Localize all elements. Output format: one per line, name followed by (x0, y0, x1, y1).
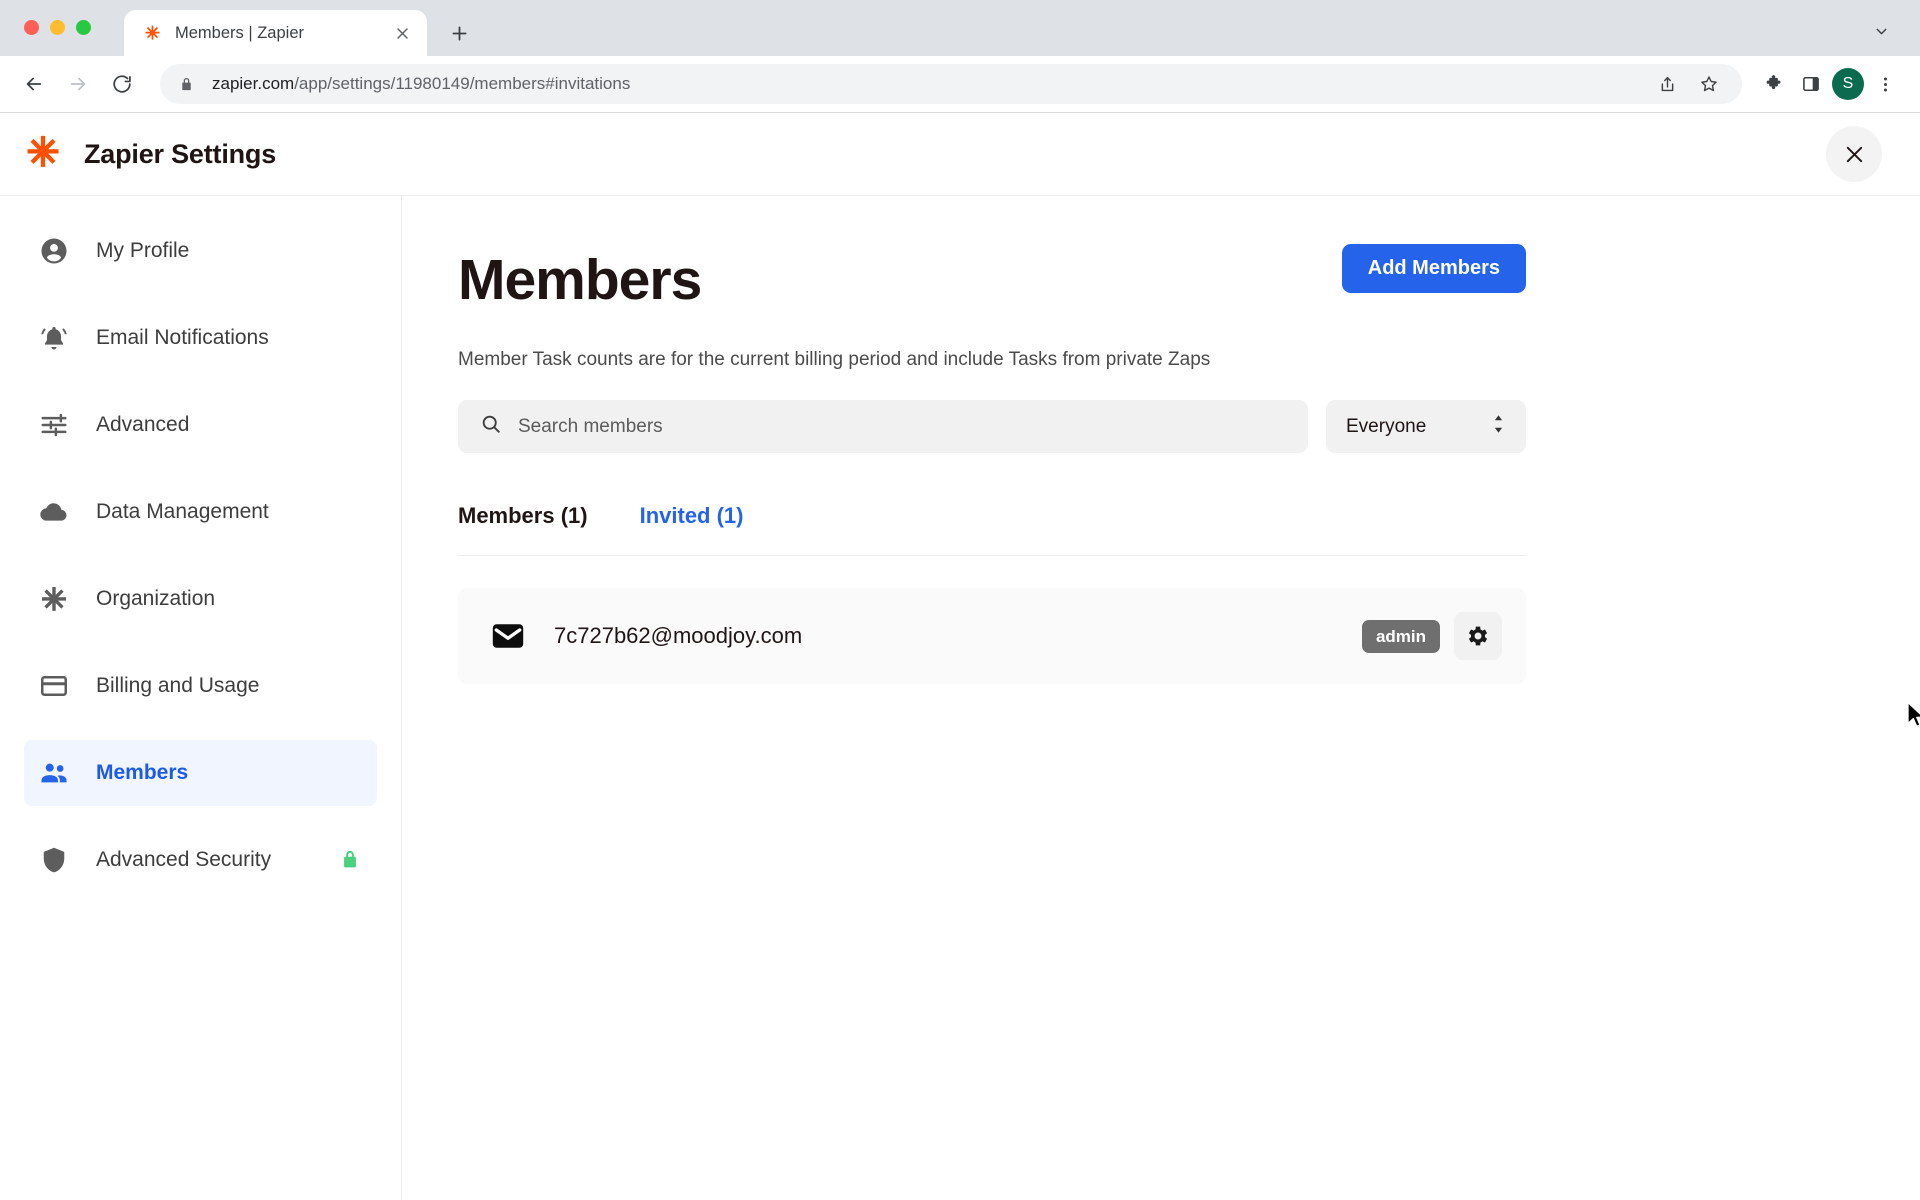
sliders-icon (38, 409, 70, 441)
window-maximize-button[interactable] (76, 20, 91, 35)
three-dot-menu-icon[interactable] (1868, 67, 1902, 101)
omnibox-inline-actions (1640, 67, 1726, 101)
sidebar-item-data-management[interactable]: Data Management (24, 479, 377, 545)
browser-chrome: Members | Zapier zapier.com/app/settings… (0, 0, 1920, 113)
sidebar-item-label: Data Management (96, 500, 269, 523)
omnibox-url-text: zapier.com/app/settings/11980149/members… (212, 74, 630, 94)
sidebar-item-organization[interactable]: Organization (24, 566, 377, 632)
sidebar-item-my-profile[interactable]: My Profile (24, 218, 377, 284)
status-badge: admin (1361, 619, 1440, 653)
reload-icon[interactable] (102, 64, 142, 104)
sidebar-item-label: Advanced Security (96, 848, 272, 871)
sidebar-item-label: Email Notifications (96, 326, 269, 349)
omnibox[interactable]: zapier.com/app/settings/11980149/members… (160, 64, 1742, 104)
extensions-puzzle-icon[interactable] (1756, 67, 1790, 101)
back-icon[interactable] (14, 64, 54, 104)
brand: Zapier Settings (24, 133, 276, 176)
sidebar-item-email-notifications[interactable]: Email Notifications (24, 305, 377, 371)
search-icon (480, 413, 502, 440)
browser-tab-title: Members | Zapier (175, 23, 304, 42)
page-subtitle: Member Task counts are for the current b… (458, 349, 1211, 370)
omnibox-url-host: zapier.com (212, 74, 295, 93)
member-email: 7c727b62@moodjoy.com (554, 623, 803, 648)
mouse-cursor (1906, 701, 1920, 731)
new-tab-button[interactable] (441, 15, 477, 51)
toolbar-bottom-divider (0, 112, 1920, 113)
lock-icon (176, 74, 196, 94)
forward-icon[interactable] (58, 64, 98, 104)
filters-row: Everyone (458, 400, 1526, 453)
add-members-button[interactable]: Add Members (1341, 244, 1526, 293)
sidebar-item-members[interactable]: Members (24, 740, 377, 806)
app-header: Zapier Settings (0, 113, 1920, 196)
members-tabs: Members (1) Invited (1) (458, 503, 1526, 556)
member-filter-select[interactable]: Everyone (1326, 400, 1526, 453)
up-down-chevron-icon (1491, 413, 1506, 440)
credit-card-icon (38, 670, 70, 702)
body-area: My Profile Email Notifications Advanced … (0, 196, 1920, 1200)
lock-icon (339, 849, 361, 871)
side-panel-icon[interactable] (1794, 67, 1828, 101)
member-settings-gear-button[interactable] (1454, 612, 1502, 660)
tab-members[interactable]: Members (1) (458, 503, 588, 529)
app-title: Zapier Settings (84, 138, 277, 169)
invited-member-row[interactable]: 7c727b62@moodjoy.com admin (458, 588, 1526, 684)
zapier-asterisk-icon (142, 23, 162, 43)
member-filter-value: Everyone (1346, 415, 1427, 437)
search-input[interactable] (518, 415, 1286, 438)
main-content: Members Add Members Member Task counts a… (402, 196, 1920, 1200)
browser-tabstrip: Members | Zapier (0, 0, 1920, 56)
shield-icon (38, 844, 70, 876)
browser-tab-active[interactable]: Members | Zapier (124, 10, 427, 56)
sidebar-item-billing-and-usage[interactable]: Billing and Usage (24, 653, 377, 719)
tab-invited[interactable]: Invited (1) (640, 503, 744, 529)
zapier-settings-page: Zapier Settings My Profile Email Notific… (0, 113, 1920, 1200)
sidebar-item-label: My Profile (96, 239, 190, 262)
sidebar-item-label: Advanced (96, 413, 190, 436)
window-close-button[interactable] (24, 20, 39, 35)
people-icon (38, 757, 70, 789)
person-circle-icon (38, 235, 70, 267)
sidebar-item-label: Organization (96, 587, 216, 610)
asterisk-icon (38, 583, 70, 615)
cloud-icon (38, 496, 70, 528)
star-icon[interactable] (1692, 67, 1726, 101)
main-inner: Members Add Members Member Task counts a… (458, 244, 1526, 684)
profile-avatar[interactable]: S (1832, 68, 1864, 100)
sidebar-item-label: Billing and Usage (96, 674, 260, 697)
close-settings-button[interactable] (1826, 126, 1882, 182)
settings-sidebar: My Profile Email Notifications Advanced … (0, 196, 402, 1200)
mail-icon (488, 616, 528, 656)
window-traffic-lights (24, 20, 91, 35)
page-title: Members (458, 248, 702, 312)
zapier-logo-icon (24, 133, 62, 176)
sidebar-item-advanced-security[interactable]: Advanced Security (24, 827, 377, 893)
window-minimize-button[interactable] (50, 20, 65, 35)
browser-toolbar: zapier.com/app/settings/11980149/members… (0, 56, 1920, 112)
search-members-box[interactable] (458, 400, 1308, 453)
tab-search-chevron-down-icon[interactable] (1864, 14, 1898, 48)
sidebar-item-advanced[interactable]: Advanced (24, 392, 377, 458)
bell-icon (38, 322, 70, 354)
tab-close-icon[interactable] (389, 20, 415, 46)
member-row-actions: admin (1361, 612, 1502, 660)
sidebar-item-label: Members (96, 761, 189, 784)
omnibox-url-path: /app/settings/11980149/members#invitatio… (294, 74, 631, 93)
page-title-row: Members Add Members (458, 244, 1526, 309)
share-icon[interactable] (1650, 67, 1684, 101)
